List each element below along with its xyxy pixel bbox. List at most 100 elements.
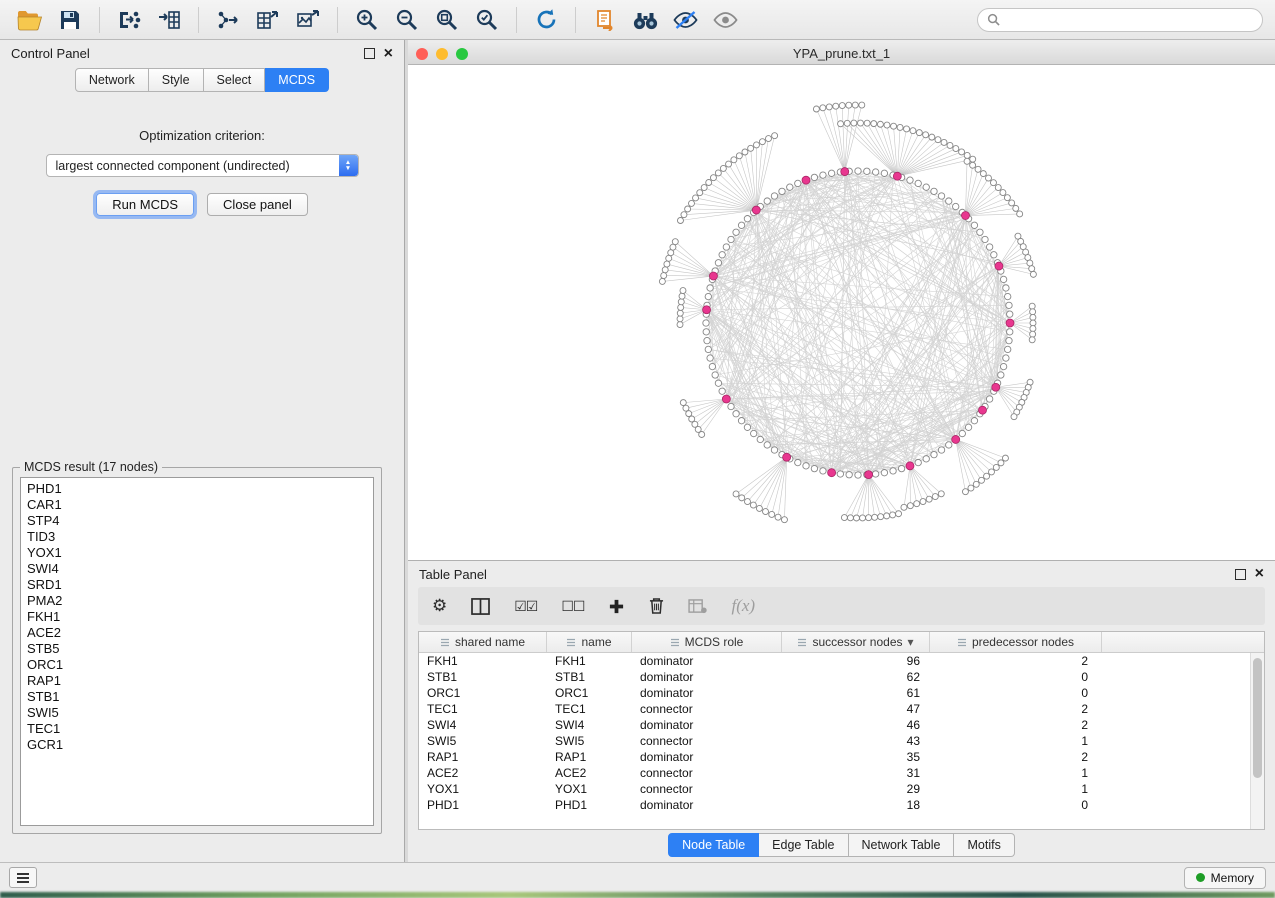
- table-cell: 96: [782, 654, 930, 668]
- zoom-out-button[interactable]: [389, 5, 425, 35]
- table-row[interactable]: RAP1RAP1dominator352: [419, 749, 1264, 765]
- optimization-dropdown[interactable]: largest connected component (undirected)…: [46, 154, 359, 177]
- import-network-button[interactable]: [111, 5, 147, 35]
- desktop-wallpaper-strip: [0, 892, 1275, 898]
- table-row[interactable]: YOX1YOX1connector291: [419, 781, 1264, 797]
- result-node[interactable]: STP4: [27, 513, 373, 529]
- result-node[interactable]: PHD1: [27, 481, 373, 497]
- network-canvas[interactable]: [408, 65, 1275, 560]
- tab-network[interactable]: Network: [75, 68, 149, 92]
- column-header-predecessor-nodes[interactable]: predecessor nodes: [930, 632, 1102, 652]
- float-panel-icon[interactable]: [364, 48, 375, 59]
- close-window-icon[interactable]: [416, 48, 428, 60]
- tab-style[interactable]: Style: [149, 68, 204, 92]
- zoom-selected-icon: [475, 8, 499, 32]
- table-cell: 0: [930, 798, 1102, 812]
- right-area: YPA_prune.txt_1 Table Panel × ⚙ ☑☑ ☐☐: [408, 40, 1275, 862]
- select-all-icon[interactable]: ☑☑: [514, 598, 537, 615]
- dropdown-value: largest connected component (undirected): [47, 159, 339, 173]
- column-header-name[interactable]: name: [547, 632, 632, 652]
- save-button[interactable]: [52, 5, 88, 35]
- result-node[interactable]: FKH1: [27, 609, 373, 625]
- import-network-icon: [117, 9, 141, 31]
- export-table-button[interactable]: [250, 5, 286, 35]
- close-panel-icon[interactable]: ×: [1255, 569, 1264, 579]
- table-settings-gear-icon[interactable]: ⚙: [432, 596, 447, 616]
- zoom-out-icon: [395, 8, 419, 32]
- table-row[interactable]: PHD1PHD1dominator180: [419, 797, 1264, 813]
- tab-motifs[interactable]: Motifs: [954, 833, 1014, 857]
- result-node[interactable]: TID3: [27, 529, 373, 545]
- table-body: FKH1FKH1dominator962STB1STB1dominator620…: [419, 653, 1264, 813]
- result-node[interactable]: SRD1: [27, 577, 373, 593]
- close-panel-icon[interactable]: ×: [384, 49, 393, 59]
- search-input[interactable]: [1006, 12, 1253, 28]
- delete-trash-icon[interactable]: [649, 597, 664, 615]
- close-panel-button[interactable]: Close panel: [207, 193, 308, 216]
- table-row[interactable]: STB1STB1dominator620: [419, 669, 1264, 685]
- hide-selected-button[interactable]: [667, 5, 703, 35]
- table-cell: 2: [930, 654, 1102, 668]
- column-header-MCDS-role[interactable]: MCDS role: [632, 632, 782, 652]
- table-cell: ORC1: [547, 686, 632, 700]
- panel-menu-button[interactable]: [9, 867, 37, 888]
- zoom-in-button[interactable]: [349, 5, 385, 35]
- maximize-window-icon[interactable]: [456, 48, 468, 60]
- result-node[interactable]: PMA2: [27, 593, 373, 609]
- column-header-successor-nodes[interactable]: successor nodes▾: [782, 632, 930, 652]
- table-row[interactable]: FKH1FKH1dominator962: [419, 653, 1264, 669]
- show-all-button[interactable]: [707, 5, 743, 35]
- result-node[interactable]: STB5: [27, 641, 373, 657]
- table-panel: Table Panel × ⚙ ☑☑ ☐☐: [408, 560, 1275, 862]
- import-table-button[interactable]: [151, 5, 187, 35]
- add-column-plus-icon[interactable]: [608, 598, 625, 615]
- run-mcds-button[interactable]: Run MCDS: [96, 193, 194, 216]
- tab-edge-table[interactable]: Edge Table: [759, 833, 848, 857]
- tab-mcds[interactable]: MCDS: [265, 68, 329, 92]
- open-file-button[interactable]: [12, 5, 48, 35]
- zoom-selected-button[interactable]: [469, 5, 505, 35]
- table-cell: connector: [632, 702, 782, 716]
- table-row[interactable]: ORC1ORC1dominator610: [419, 685, 1264, 701]
- tab-network-table[interactable]: Network Table: [849, 833, 955, 857]
- table-scrollbar[interactable]: [1250, 653, 1264, 829]
- result-node[interactable]: ACE2: [27, 625, 373, 641]
- result-node[interactable]: SWI5: [27, 705, 373, 721]
- tab-node-table[interactable]: Node Table: [668, 833, 759, 857]
- result-node[interactable]: SWI4: [27, 561, 373, 577]
- minimize-window-icon[interactable]: [436, 48, 448, 60]
- memory-button[interactable]: Memory: [1184, 867, 1266, 889]
- table-row[interactable]: ACE2ACE2connector311: [419, 765, 1264, 781]
- column-header-shared-name[interactable]: shared name: [419, 632, 547, 652]
- refresh-button[interactable]: [528, 5, 564, 35]
- export-network-button[interactable]: [210, 5, 246, 35]
- table-panel-title: Table Panel: [419, 567, 487, 582]
- result-node[interactable]: STB1: [27, 689, 373, 705]
- search-box[interactable]: [977, 8, 1263, 32]
- float-panel-icon[interactable]: [1235, 569, 1246, 580]
- show-columns-icon[interactable]: [471, 598, 490, 615]
- zoom-fit-button[interactable]: [429, 5, 465, 35]
- result-node[interactable]: GCR1: [27, 737, 373, 753]
- clone-network-button[interactable]: [587, 5, 623, 35]
- find-button[interactable]: [627, 5, 663, 35]
- tab-select[interactable]: Select: [204, 68, 266, 92]
- mcds-result-list[interactable]: PHD1CAR1STP4TID3YOX1SWI4SRD1PMA2FKH1ACE2…: [20, 477, 374, 826]
- deselect-all-icon[interactable]: ☐☐: [561, 598, 584, 615]
- result-node[interactable]: RAP1: [27, 673, 373, 689]
- dropdown-stepper-icon[interactable]: ▲▼: [339, 155, 358, 176]
- result-node[interactable]: YOX1: [27, 545, 373, 561]
- sort-icon: [957, 638, 967, 647]
- table-cell: STB1: [419, 670, 547, 684]
- table-row[interactable]: SWI5SWI5connector431: [419, 733, 1264, 749]
- table-row[interactable]: TEC1TEC1connector472: [419, 701, 1264, 717]
- table-cell: dominator: [632, 798, 782, 812]
- chevron-down-icon[interactable]: ▾: [908, 635, 914, 649]
- scrollbar-thumb[interactable]: [1253, 658, 1262, 778]
- table-cell: SWI4: [547, 718, 632, 732]
- result-node[interactable]: TEC1: [27, 721, 373, 737]
- result-node[interactable]: ORC1: [27, 657, 373, 673]
- table-row[interactable]: SWI4SWI4dominator462: [419, 717, 1264, 733]
- result-node[interactable]: CAR1: [27, 497, 373, 513]
- export-image-button[interactable]: [290, 5, 326, 35]
